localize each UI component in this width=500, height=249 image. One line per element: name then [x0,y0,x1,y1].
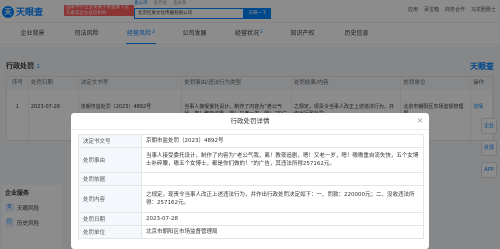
detail-row-doc-no: 决定书文号 京朝市监处罚（2023）4892号 [79,135,423,148]
penalty-detail-modal: 行政处罚详情 × 决定书文号 京朝市监处罚（2023）4892号 处罚事由 当事… [71,113,429,249]
detail-row-date: 处罚日期 2023-07-28 [79,213,423,226]
detail-value [142,173,423,185]
detail-row-content: 处罚内容 之规定，现责令当事人改正上述违法行为，并作出行政处罚决定如下：一、罚款… [79,186,423,213]
modal-title: 行政处罚详情 [230,117,270,125]
detail-value: 2023-07-28 [146,216,178,222]
close-icon[interactable]: × [415,116,425,126]
detail-label: 处罚内容 [79,186,142,212]
detail-table: 决定书文号 京朝市监处罚（2023）4892号 处罚事由 当事人接受委托设计，制… [78,134,424,239]
detail-value: 之规定，现责令当事人改正上述违法行为，并作出行政处罚决定如下：一、罚款：2200… [146,192,415,206]
detail-label: 处罚单位 [79,226,142,238]
detail-label: 决定书文号 [79,135,142,147]
detail-row-basis: 处罚依据 [79,173,423,186]
detail-label: 处罚日期 [79,213,142,225]
detail-value: 京朝市监处罚（2023）4892号 [146,138,224,144]
detail-value: 北京市朝阳区市场监督管理局 [146,229,218,235]
detail-row-reason: 处罚事由 当事人接受委托设计，制作了内容为“老公气我，离！教夜追剧，嗯！又老一岁… [79,148,423,173]
detail-value: 当事人接受委托设计，制作了内容为“老公气我，离！教夜追剧，嗯！又老一岁，嗯！嗷嗷… [146,153,419,167]
detail-label: 处罚依据 [79,173,142,185]
modal-header: 行政处罚详情 × [71,113,429,130]
detail-label: 处罚事由 [79,148,142,172]
detail-row-unit: 处罚单位 北京市朝阳区市场监督管理局 [79,226,423,239]
